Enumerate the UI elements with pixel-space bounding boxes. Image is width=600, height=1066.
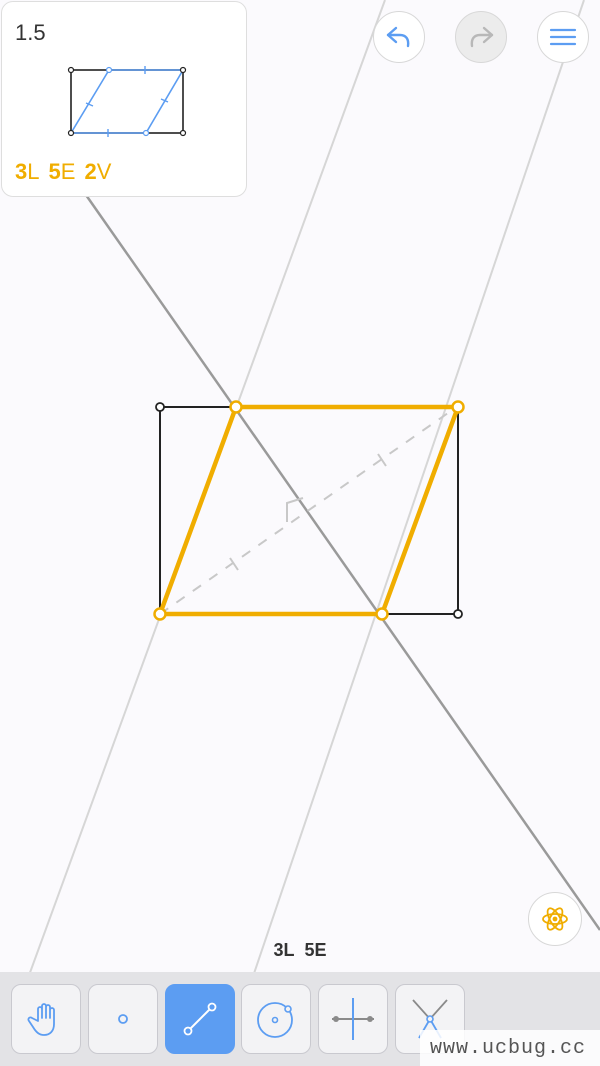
hamburger-menu-icon bbox=[549, 28, 577, 46]
counter-euclid: 5E bbox=[304, 940, 327, 960]
score-euclid-value: 5 bbox=[48, 159, 61, 184]
rhombus-vertex-top-left[interactable] bbox=[229, 400, 243, 414]
rhombus-vertex-bottom-left[interactable] bbox=[153, 607, 167, 621]
hint-button[interactable] bbox=[528, 892, 582, 946]
perpendicular-bisector-icon bbox=[332, 998, 374, 1040]
line-tool[interactable] bbox=[165, 984, 235, 1054]
circle-tool[interactable] bbox=[241, 984, 311, 1054]
score-variant-unit: V bbox=[96, 159, 112, 184]
level-score: 3L 5E 2V bbox=[15, 159, 120, 185]
rect-vertex-bottom-right[interactable] bbox=[453, 609, 463, 619]
watermark: www.ucbug.cc bbox=[420, 1030, 600, 1066]
undo-button[interactable] bbox=[373, 11, 425, 63]
point-tool[interactable] bbox=[88, 984, 158, 1054]
undo-arrow-icon bbox=[386, 26, 410, 48]
redo-arrow-icon bbox=[470, 26, 494, 48]
score-euclid-unit: E bbox=[60, 159, 76, 184]
menu-button[interactable] bbox=[537, 11, 589, 63]
score-variant-value: 2 bbox=[84, 159, 97, 184]
move-tool[interactable] bbox=[11, 984, 81, 1054]
hand-icon bbox=[27, 1003, 55, 1036]
line-segment-icon bbox=[183, 1002, 217, 1036]
bisector-line bbox=[84, 194, 600, 931]
move-counter: 3L 5E bbox=[0, 940, 600, 961]
redo-button[interactable] bbox=[455, 11, 507, 63]
perpendicular-bisector-tool[interactable] bbox=[318, 984, 388, 1054]
score-lines-value: 3 bbox=[15, 159, 28, 184]
rhombus-vertex-top-right[interactable] bbox=[451, 400, 465, 414]
circle-compass-icon bbox=[257, 1002, 293, 1038]
point-icon bbox=[118, 1014, 128, 1024]
score-lines-unit: L bbox=[27, 159, 40, 184]
rect-vertex-top-left[interactable] bbox=[155, 402, 165, 412]
counter-lines: 3L bbox=[273, 940, 295, 960]
level-card[interactable]: 1.5 3L 5E 2V bbox=[1, 1, 247, 197]
diagonal-guide bbox=[159, 405, 459, 615]
atom-icon bbox=[542, 907, 568, 931]
rhombus-vertex-bottom-right[interactable] bbox=[375, 607, 389, 621]
